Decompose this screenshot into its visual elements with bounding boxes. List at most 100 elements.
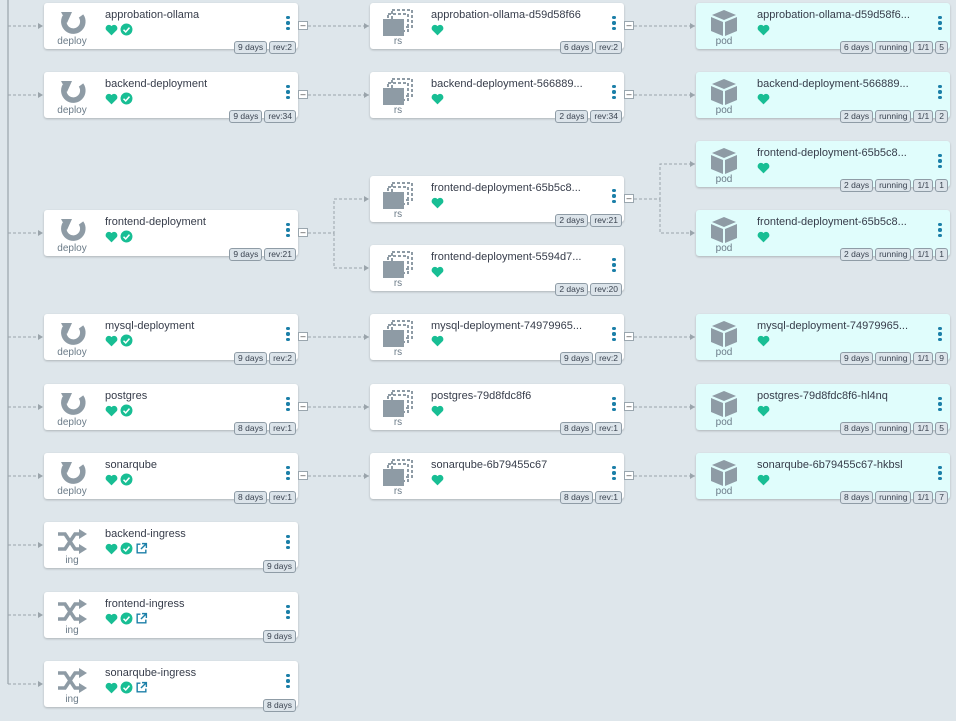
kebab-menu-icon[interactable] — [284, 397, 292, 415]
kebab-menu-icon[interactable] — [284, 466, 292, 484]
pod-cube-icon — [711, 79, 737, 105]
collapse-toggle[interactable]: – — [298, 21, 308, 30]
node-mysql-deployment-rs[interactable]: rs mysql-deployment-74979965... 9 days re… — [370, 314, 624, 365]
status-icons — [105, 230, 133, 246]
kebab-menu-icon[interactable] — [936, 223, 944, 241]
kebab-menu-icon[interactable] — [610, 466, 618, 484]
node-sonarqube-pod[interactable]: pod sonarqube-6b79455c67-hkbsl 8 days run… — [696, 453, 950, 504]
node-postgres-rs[interactable]: rs postgres-79d8fdc8f6 8 days rev:1 — [370, 384, 624, 435]
pod-cube-icon — [711, 460, 737, 486]
age-tag: 8 days — [560, 422, 594, 435]
collapse-toggle[interactable]: – — [298, 228, 308, 237]
node-frontend-ingress[interactable]: ing frontend-ingress 9 days — [44, 592, 298, 643]
node-postgres-deploy[interactable]: deploy postgres 8 days rev:1 — [44, 384, 298, 435]
node-backend-deployment-pod[interactable]: pod backend-deployment-566889... 2 days r… — [696, 72, 950, 123]
replicaset-icon — [383, 390, 413, 417]
status-icons — [431, 197, 444, 212]
age-tag: 2 days — [555, 283, 589, 296]
kebab-menu-icon[interactable] — [610, 258, 618, 276]
revision-tag: rev:1 — [269, 422, 296, 435]
kebab-menu-icon[interactable] — [284, 327, 292, 345]
heart-icon — [431, 92, 444, 110]
kind-label: deploy — [57, 36, 87, 47]
age-tag: 8 days — [234, 422, 268, 435]
edge-arrowhead — [690, 23, 695, 29]
deploy-icon — [61, 462, 86, 484]
edge-arrowhead — [364, 23, 369, 29]
node-approbation-ollama-pod[interactable]: pod approbation-ollama-d59d58f6... 6 day… — [696, 3, 950, 54]
heart-icon — [105, 473, 118, 491]
revision-tag: rev:21 — [590, 214, 622, 227]
kind-label: ing — [65, 694, 79, 705]
node-title: frontend-deployment-65b5c8... — [757, 216, 907, 228]
age-tag: 6 days — [840, 41, 874, 54]
kebab-menu-icon[interactable] — [936, 85, 944, 103]
node-mysql-deployment-deploy[interactable]: deploy mysql-deployment 9 days rev:2 — [44, 314, 298, 365]
collapse-toggle[interactable]: – — [624, 332, 634, 341]
collapse-toggle[interactable]: – — [298, 402, 308, 411]
collapse-toggle[interactable]: – — [624, 402, 634, 411]
node-frontend-deployment-pod-1[interactable]: pod frontend-deployment-65b5c8... 2 days… — [696, 141, 950, 192]
kebab-menu-icon[interactable] — [610, 16, 618, 34]
node-frontend-deployment-pod-2[interactable]: pod frontend-deployment-65b5c8... 2 days… — [696, 210, 950, 261]
edge-arrowhead — [364, 196, 369, 202]
collapse-toggle[interactable]: – — [624, 194, 634, 203]
ready-tag: 1/1 — [913, 352, 934, 365]
kebab-menu-icon[interactable] — [936, 154, 944, 172]
kebab-menu-icon[interactable] — [284, 535, 292, 553]
kebab-menu-icon[interactable] — [610, 327, 618, 345]
kebab-menu-icon[interactable] — [610, 85, 618, 103]
node-approbation-ollama-rs[interactable]: rs approbation-ollama-d59d58f66 6 days re… — [370, 3, 624, 54]
kebab-menu-icon[interactable] — [936, 397, 944, 415]
kebab-menu-icon[interactable] — [610, 189, 618, 207]
shuffle-icon — [58, 599, 87, 624]
kebab-menu-icon[interactable] — [936, 327, 944, 345]
external-link-icon[interactable] — [135, 681, 148, 699]
collapse-toggle[interactable]: – — [624, 21, 634, 30]
node-frontend-deployment-rs-current[interactable]: rs frontend-deployment-65b5c8... 2 days r… — [370, 176, 624, 227]
node-title: backend-deployment-566889... — [757, 78, 909, 90]
node-frontend-deployment-rs-old[interactable]: rs frontend-deployment-5594d7... 2 days r… — [370, 245, 624, 296]
kind-label: deploy — [57, 105, 87, 116]
node-sonarqube-rs[interactable]: rs sonarqube-6b79455c67 8 days rev:1 — [370, 453, 624, 504]
kind-label: pod — [715, 486, 733, 497]
collapse-toggle[interactable]: – — [298, 332, 308, 341]
node-sonarqube-deploy[interactable]: deploy sonarqube 8 days rev:1 — [44, 453, 298, 504]
node-backend-ingress[interactable]: ing backend-ingress 9 days — [44, 522, 298, 573]
node-backend-deployment-rs[interactable]: rs backend-deployment-566889... 2 days re… — [370, 72, 624, 123]
kebab-menu-icon[interactable] — [284, 223, 292, 241]
revision-tag: rev:2 — [269, 352, 296, 365]
node-postgres-pod[interactable]: pod postgres-79d8fdc8f6-hl4nq 8 days runn… — [696, 384, 950, 435]
external-link-icon[interactable] — [135, 542, 148, 560]
kebab-menu-icon[interactable] — [284, 85, 292, 103]
collapse-toggle[interactable]: – — [624, 90, 634, 99]
node-mysql-deployment-pod[interactable]: pod mysql-deployment-74979965... 9 days r… — [696, 314, 950, 365]
check-circle-icon — [120, 473, 133, 491]
edge-arrowhead — [38, 23, 43, 29]
kebab-menu-icon[interactable] — [936, 16, 944, 34]
node-approbation-ollama-deploy[interactable]: deploy approbation-ollama 9 days rev:2 — [44, 3, 298, 54]
kebab-menu-icon[interactable] — [284, 605, 292, 623]
external-link-icon[interactable] — [135, 612, 148, 630]
kebab-menu-icon[interactable] — [284, 674, 292, 692]
heart-icon — [431, 473, 444, 491]
kebab-menu-icon[interactable] — [284, 16, 292, 34]
collapse-toggle[interactable]: – — [298, 90, 308, 99]
node-sonarqube-ingress[interactable]: ing sonarqube-ingress 8 days — [44, 661, 298, 712]
node-backend-deployment-deploy[interactable]: deploy backend-deployment 9 days rev:34 — [44, 72, 298, 123]
pod-state-tag: running — [875, 248, 912, 261]
kebab-menu-icon[interactable] — [936, 466, 944, 484]
kind-label: rs — [393, 486, 403, 497]
edge-arrowhead — [690, 334, 695, 340]
revision-tag: rev:1 — [269, 491, 296, 504]
heart-icon — [757, 473, 770, 491]
heart-icon — [105, 612, 118, 630]
kebab-menu-icon[interactable] — [610, 397, 618, 415]
collapse-toggle[interactable]: – — [624, 471, 634, 480]
node-frontend-deployment-deploy[interactable]: deploy frontend-deployment 9 days rev:21 — [44, 210, 298, 261]
age-tag: 9 days — [840, 352, 874, 365]
status-icons — [105, 404, 133, 420]
collapse-toggle[interactable]: – — [298, 471, 308, 480]
status-icons — [431, 405, 444, 420]
edge-arrowhead — [690, 473, 695, 479]
